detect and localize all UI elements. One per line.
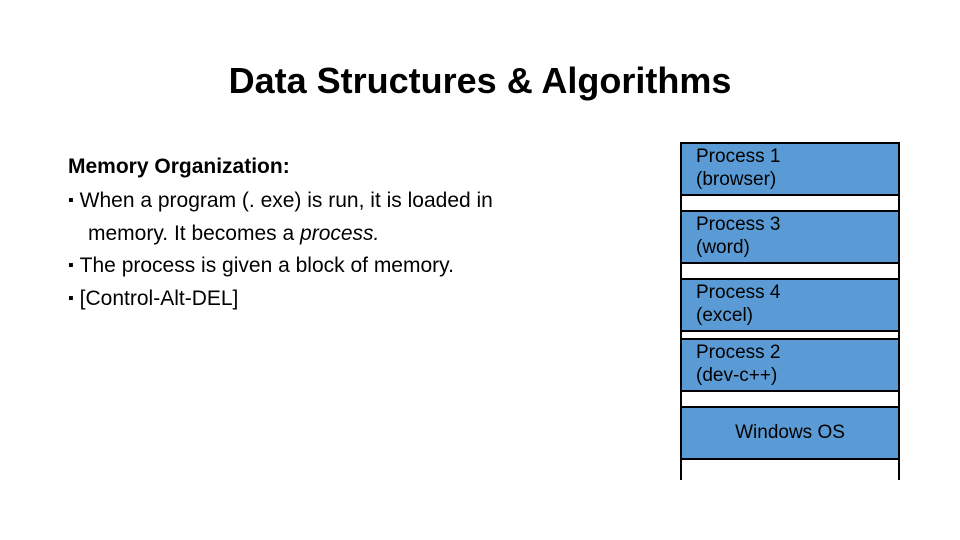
- bullet-marker-icon: ▪: [68, 254, 74, 279]
- process-label: Process 4: [696, 282, 898, 305]
- process-sublabel: (excel): [696, 305, 898, 328]
- os-block: Windows OS: [682, 406, 898, 460]
- process-label: Process 1: [696, 146, 898, 169]
- process-block-1: Process 1 (browser): [682, 142, 898, 196]
- memory-diagram: Process 1 (browser) Process 3 (word) Pro…: [680, 142, 900, 480]
- slide-title: Data Structures & Algorithms: [0, 60, 960, 102]
- content-body: Memory Organization: ▪ When a program (.…: [68, 155, 598, 315]
- bullet-item-1-cont: memory. It becomes a process.: [68, 218, 598, 251]
- memory-gap: [682, 196, 898, 210]
- bullet-text: [Control-Alt-DEL]: [80, 283, 598, 316]
- process-block-2: Process 2 (dev-c++): [682, 338, 898, 392]
- memory-gap: [682, 392, 898, 406]
- process-sublabel: (dev-c++): [696, 365, 898, 388]
- memory-gap: [682, 264, 898, 278]
- bullet-item-2: ▪ The process is given a block of memory…: [68, 250, 598, 283]
- process-label: Process 3: [696, 214, 898, 237]
- bullet-text: The process is given a block of memory.: [80, 250, 598, 283]
- process-sublabel: (browser): [696, 169, 898, 192]
- os-label: Windows OS: [735, 422, 845, 444]
- bullet-text-italic: process.: [300, 222, 379, 245]
- memory-bottom-stub: [682, 460, 898, 480]
- process-label: Process 2: [696, 342, 898, 365]
- bullet-item-3: ▪ [Control-Alt-DEL]: [68, 283, 598, 316]
- bullet-text: When a program (. exe) is run, it is loa…: [80, 185, 598, 218]
- bullet-marker-icon: ▪: [68, 189, 74, 214]
- bullet-marker-icon: ▪: [68, 287, 74, 312]
- bullet-text-plain: memory. It becomes a: [88, 222, 300, 245]
- process-sublabel: (word): [696, 237, 898, 260]
- subheading: Memory Organization:: [68, 155, 598, 179]
- process-block-4: Process 4 (excel): [682, 278, 898, 332]
- process-block-3: Process 3 (word): [682, 210, 898, 264]
- bullet-item-1: ▪ When a program (. exe) is run, it is l…: [68, 185, 598, 218]
